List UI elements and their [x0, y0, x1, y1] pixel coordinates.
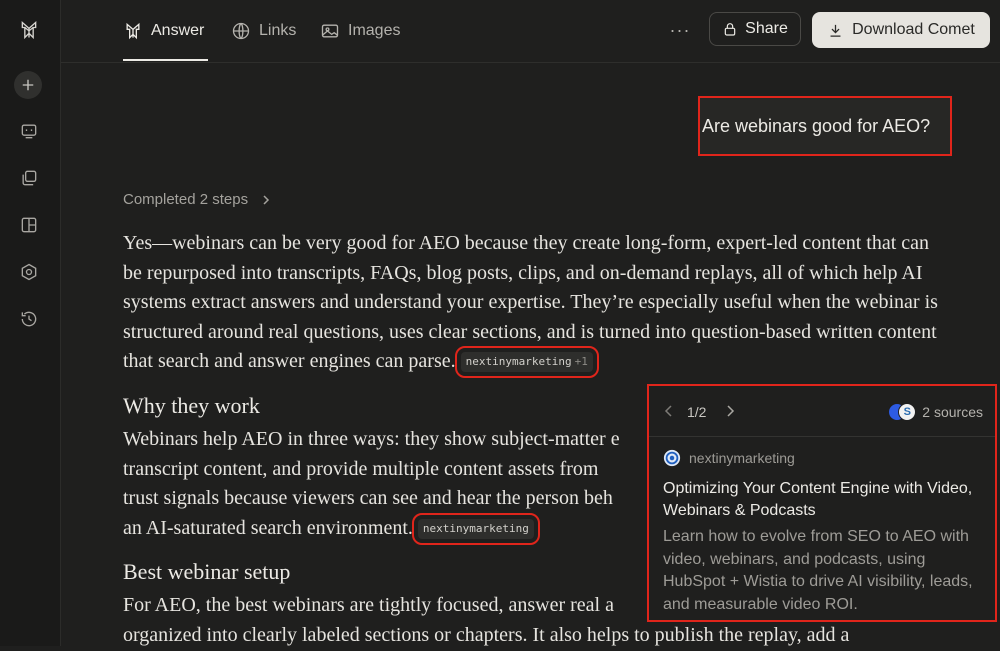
- image-icon: [321, 24, 339, 37]
- source-favicon-icon: S: [898, 403, 917, 421]
- query-text: Are webinars good for AEO?: [702, 115, 931, 136]
- tab-links[interactable]: Links: [231, 0, 296, 61]
- completed-steps-toggle[interactable]: Completed 2 steps: [123, 191, 272, 208]
- citation-extra-count: +1: [574, 355, 588, 369]
- why-line-1: Webinars help AEO in three ways: they sh…: [123, 427, 620, 450]
- plus-icon: [22, 79, 34, 91]
- source-popover: 1/2 S 2 sources nextinymarketing Optimiz…: [647, 384, 997, 622]
- source-favicons: S: [888, 403, 917, 421]
- user-query-bubble: Are webinars good for AEO?: [698, 96, 952, 156]
- download-icon: [830, 24, 841, 37]
- more-options-button[interactable]: ···: [665, 16, 695, 44]
- source-site[interactable]: nextinymarketing: [663, 449, 795, 467]
- top-bar: Answer Links Images ··· Share Download C…: [61, 0, 1000, 63]
- tab-label: Images: [348, 21, 401, 39]
- best-line-1: For AEO, the best webinars are tightly f…: [123, 594, 614, 617]
- share-label: Share: [745, 20, 788, 37]
- citation-label: nextinymarketing: [465, 355, 572, 369]
- steps-label: Completed 2 steps: [123, 191, 249, 208]
- perplexity-logo-icon[interactable]: [16, 17, 42, 43]
- why-line-2: transcript content, and provide multiple…: [123, 457, 599, 480]
- why-line-3: trust signals because viewers can see an…: [123, 487, 613, 510]
- spaces-icon[interactable]: [16, 212, 42, 238]
- source-page-count: 1/2: [687, 404, 707, 420]
- source-description: Learn how to evolve from SEO to AEO with…: [663, 528, 973, 613]
- download-label: Download Comet: [852, 21, 975, 38]
- library-icon[interactable]: [16, 165, 42, 191]
- download-comet-button[interactable]: Download Comet: [812, 12, 990, 48]
- perplexity-answer-icon: [126, 22, 140, 39]
- popover-header: 1/2 S 2 sources: [649, 386, 995, 437]
- site-logo-icon: [663, 449, 681, 467]
- sources-label: 2 sources: [922, 404, 983, 420]
- tab-images[interactable]: Images: [320, 0, 400, 61]
- source-site-name: nextinymarketing: [689, 450, 795, 466]
- lock-icon: [724, 23, 736, 36]
- share-button[interactable]: Share: [709, 12, 801, 46]
- sources-count-button[interactable]: S 2 sources: [888, 403, 983, 421]
- best-line-2: organized into clearly labeled sections …: [123, 623, 850, 646]
- citation-chip[interactable]: nextinymarketing: [411, 512, 540, 545]
- discover-icon[interactable]: [16, 259, 42, 285]
- tab-label: Answer: [151, 21, 205, 39]
- citation-chip[interactable]: nextinymarketing +1: [454, 346, 599, 379]
- answer-intro: Yes—webinars can be very good for AEO be…: [123, 229, 943, 379]
- source-title-link[interactable]: Optimizing Your Content Engine with Vide…: [663, 478, 983, 522]
- chevron-right-icon[interactable]: [724, 404, 736, 418]
- why-line-4: an AI-saturated search environment.: [123, 516, 413, 539]
- chevron-left-icon[interactable]: [663, 404, 675, 418]
- assistant-icon[interactable]: [16, 118, 42, 144]
- sidebar: [0, 0, 61, 646]
- answer-intro-text: Yes—webinars can be very good for AEO be…: [123, 232, 938, 373]
- history-icon[interactable]: [16, 306, 42, 332]
- new-thread-button[interactable]: [14, 71, 42, 99]
- tab-label: Links: [259, 21, 297, 39]
- chevron-right-icon: [263, 194, 270, 205]
- citation-label: nextinymarketing: [422, 521, 529, 535]
- tab-answer[interactable]: Answer: [123, 0, 208, 61]
- globe-icon: [232, 22, 250, 39]
